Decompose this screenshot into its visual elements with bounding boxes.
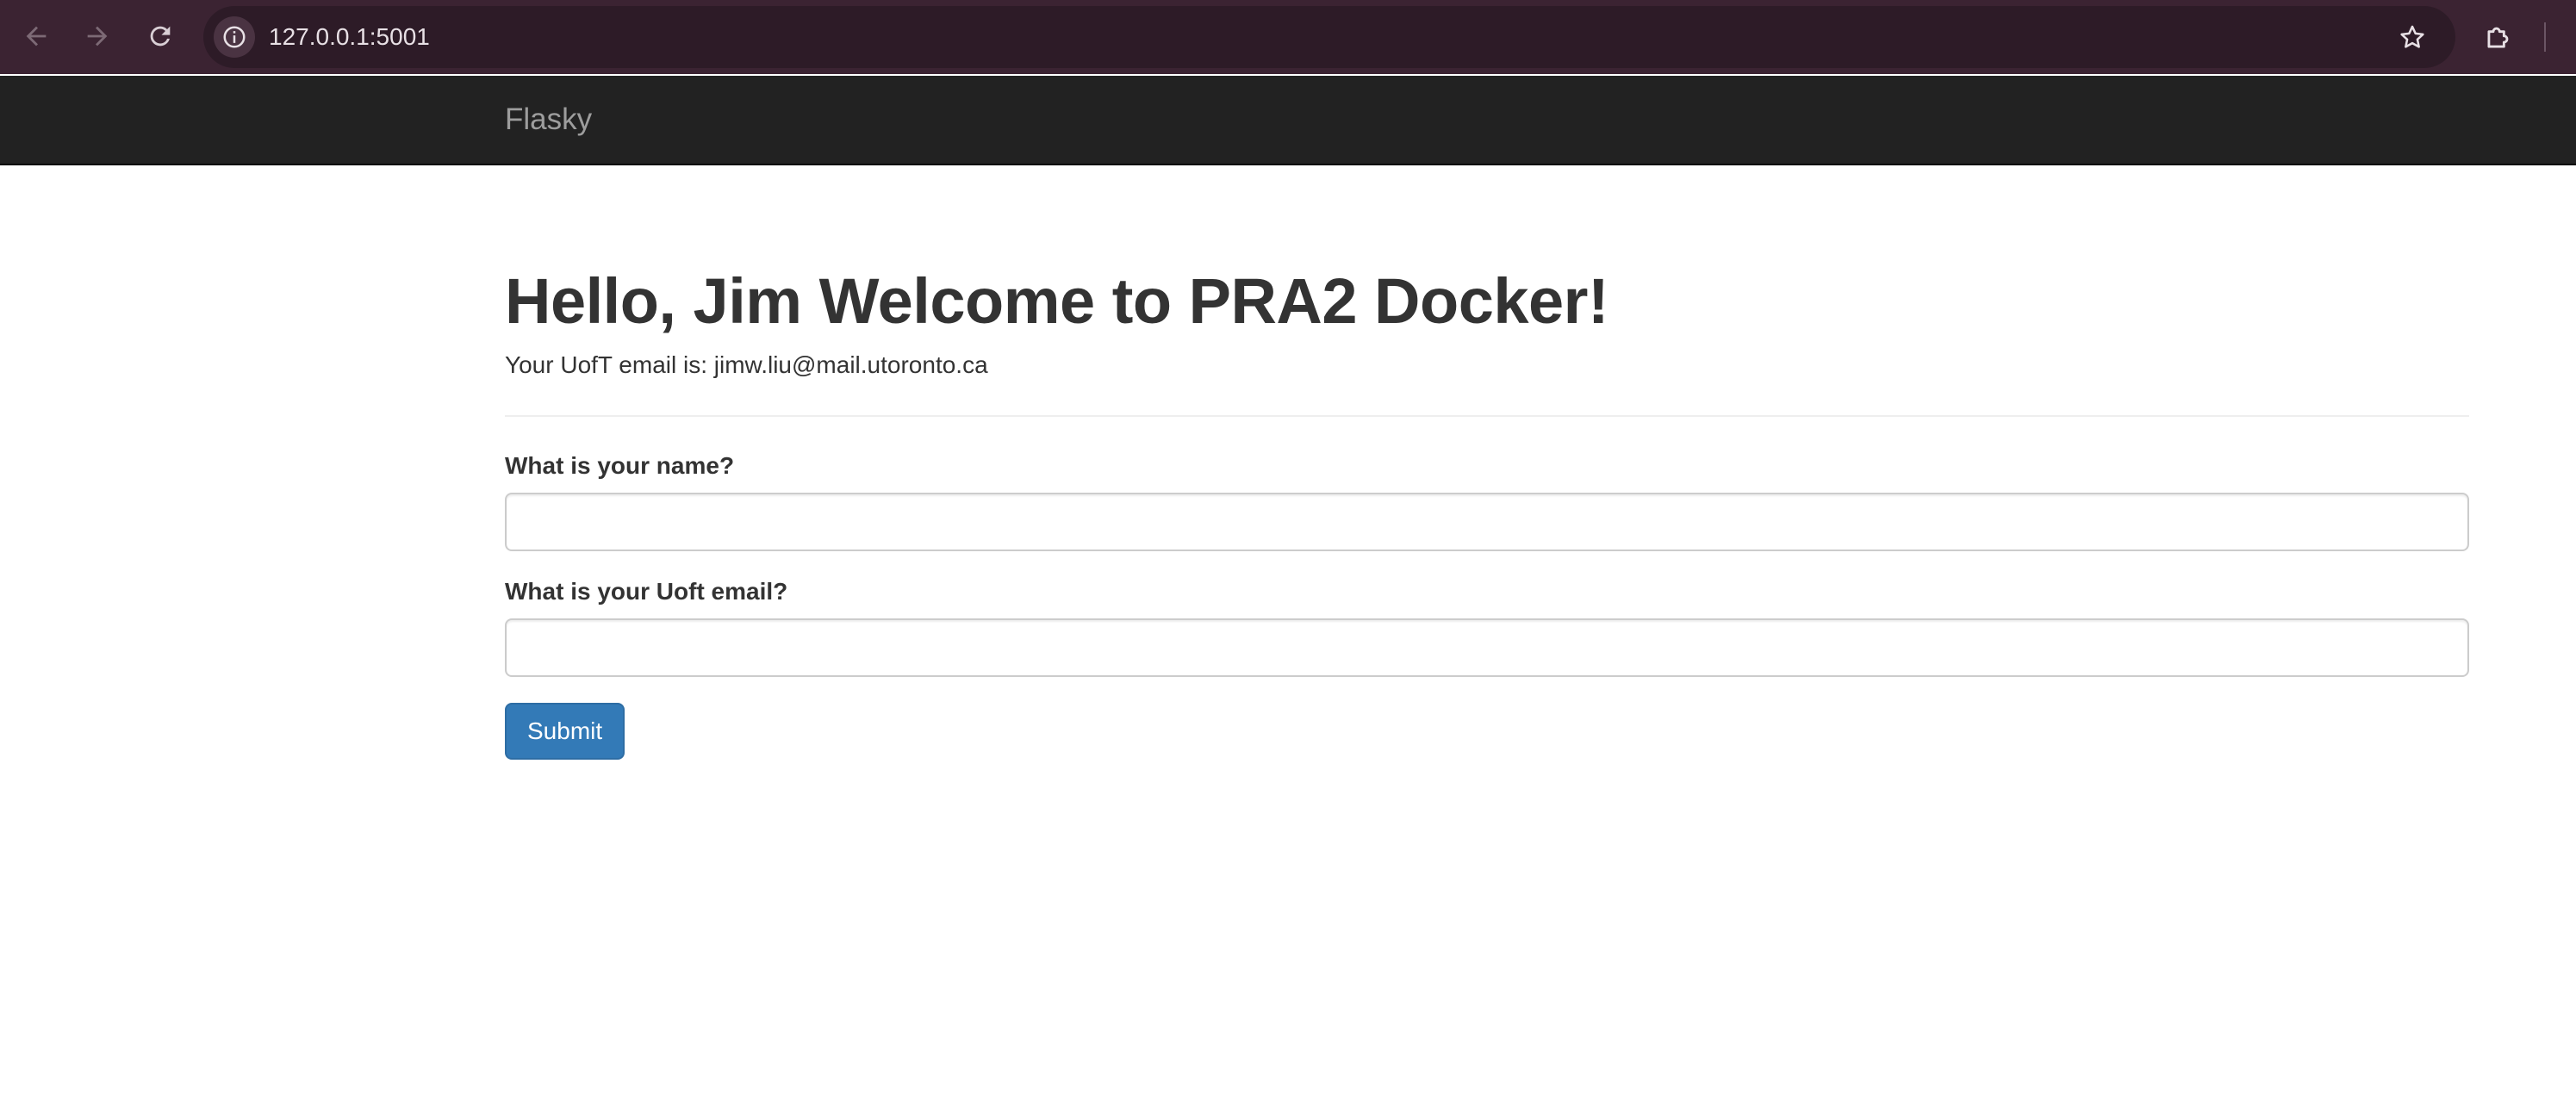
info-icon bbox=[223, 26, 246, 48]
main-container: Hello, Jim Welcome to PRA2 Docker! Your … bbox=[505, 165, 2469, 760]
email-input[interactable] bbox=[505, 618, 2469, 677]
email-line: Your UofT email is: jimw.liu@mail.utoron… bbox=[505, 351, 988, 378]
back-button[interactable] bbox=[16, 16, 56, 56]
browser-toolbar: 127.0.0.1:5001 bbox=[0, 0, 2576, 74]
page-title: Hello, Jim Welcome to PRA2 Docker! bbox=[505, 265, 1609, 337]
reload-icon bbox=[150, 26, 171, 47]
puzzle-icon bbox=[2487, 27, 2509, 48]
star-icon bbox=[2400, 25, 2424, 48]
bookmark-button[interactable] bbox=[2393, 18, 2431, 56]
email-label: What is your Uoft email? bbox=[505, 578, 788, 605]
toolbar-divider bbox=[2544, 22, 2546, 52]
url-text[interactable]: 127.0.0.1:5001 bbox=[269, 23, 430, 51]
navbar-brand[interactable]: Flasky bbox=[505, 102, 592, 138]
name-label: What is your name? bbox=[505, 452, 735, 479]
name-form-group: What is your name? bbox=[505, 451, 2469, 551]
forward-button[interactable] bbox=[78, 16, 117, 56]
address-bar[interactable]: 127.0.0.1:5001 bbox=[203, 6, 2455, 68]
user-form: What is your name? What is your Uoft ema… bbox=[505, 417, 2469, 760]
arrow-right-icon bbox=[87, 26, 108, 47]
name-input[interactable] bbox=[505, 493, 2469, 551]
submit-button[interactable]: Submit bbox=[505, 703, 625, 760]
site-info-button[interactable] bbox=[214, 16, 255, 58]
arrow-left-icon bbox=[26, 26, 47, 47]
reload-button[interactable] bbox=[140, 16, 180, 56]
email-form-group: What is your Uoft email? bbox=[505, 577, 2469, 677]
extensions-button[interactable] bbox=[2478, 16, 2519, 58]
page-header: Hello, Jim Welcome to PRA2 Docker! Your … bbox=[505, 165, 2469, 417]
navbar: Flasky bbox=[0, 76, 2576, 165]
